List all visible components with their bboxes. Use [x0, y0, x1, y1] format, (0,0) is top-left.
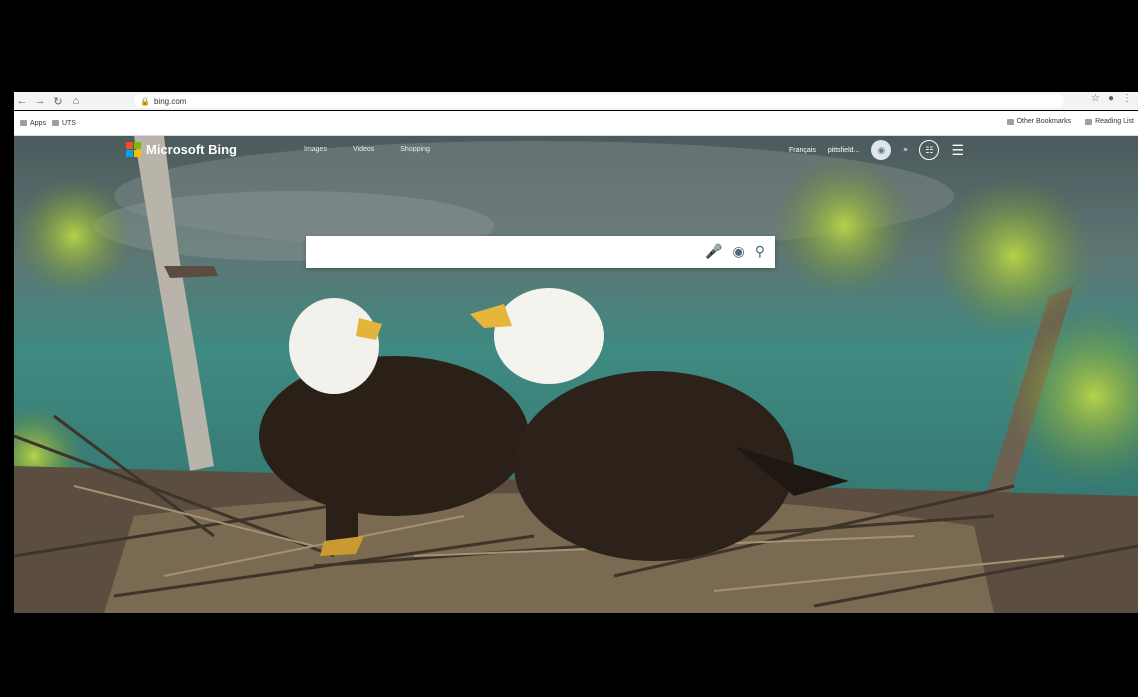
url-text: bing.com	[153, 96, 187, 106]
folder-icon	[1006, 118, 1014, 125]
bing-logo[interactable]: Microsoft Bing	[126, 142, 237, 157]
bookmark-uts[interactable]: UTS	[51, 119, 76, 127]
other-bookmarks[interactable]: Other Bookmarks	[1006, 118, 1072, 125]
language-link[interactable]: Français	[789, 147, 816, 154]
browser-toolbar: ← → ↻ ⌂ 🔒 bing.com ☆ ● ⋮	[14, 92, 1138, 110]
search-icon[interactable]: ⚲	[755, 243, 765, 260]
home-icon[interactable]: ⌂	[68, 93, 84, 109]
nav-shopping[interactable]: Shopping	[400, 146, 430, 153]
address-bar[interactable]: 🔒 bing.com	[134, 94, 1064, 108]
microsoft-logo-icon	[126, 142, 141, 157]
trophy-icon[interactable]: ☷	[919, 140, 940, 160]
brand-name: Microsoft Bing	[146, 142, 237, 157]
rewards-icon[interactable]: ◉	[871, 140, 892, 160]
folder-icon	[51, 120, 59, 126]
visual-search-icon[interactable]: ◉	[733, 243, 745, 260]
reading-list-label: Reading List	[1095, 118, 1134, 125]
bookmark-label: UTS	[61, 119, 76, 127]
reading-list-icon	[1085, 118, 1093, 125]
bing-nav: Images Videos Shopping	[304, 146, 430, 153]
bing-header: Microsoft Bing Images Videos Shopping Fr…	[14, 136, 1138, 166]
lock-icon: 🔒	[140, 96, 150, 106]
forward-icon[interactable]: →	[32, 93, 48, 109]
other-bookmarks-label: Other Bookmarks	[1016, 118, 1072, 125]
user-name[interactable]: pittsfield...	[828, 147, 860, 154]
nav-images[interactable]: Images	[304, 146, 327, 153]
reading-list[interactable]: Reading List	[1085, 118, 1134, 125]
microphone-icon[interactable]: 🎤	[705, 243, 722, 260]
reload-icon[interactable]: ↻	[50, 93, 66, 109]
apps-grid-icon	[20, 120, 27, 126]
search-actions: 🎤 ◉ ⚲	[705, 243, 765, 260]
nav-videos[interactable]: Videos	[353, 146, 374, 153]
star-icon[interactable]: ☆	[1091, 93, 1100, 104]
hamburger-menu-icon[interactable]: ☰	[951, 142, 964, 159]
video-letterbox-bottom	[0, 613, 1138, 697]
toolbar-actions: ☆ ● ⋮	[1091, 93, 1132, 104]
rewards-points-icon[interactable]: ≡	[903, 147, 907, 154]
back-icon[interactable]: ←	[14, 93, 30, 109]
search-input[interactable]	[316, 242, 680, 264]
bookmark-label: Apps	[30, 119, 46, 127]
header-actions: Français pittsfield... ◉ ≡ ☷ ☰	[789, 140, 964, 160]
bookmarks-bar: Apps UTS Other Bookmarks Reading List	[14, 111, 1138, 136]
search-box: 🎤 ◉ ⚲	[306, 236, 775, 268]
bookmark-apps[interactable]: Apps	[20, 120, 46, 127]
bing-homepage: Microsoft Bing Images Videos Shopping Fr…	[14, 136, 1138, 613]
extension-icon[interactable]: ●	[1108, 93, 1114, 104]
eagles-background-image	[14, 136, 1138, 613]
menu-kebab-icon[interactable]: ⋮	[1122, 93, 1132, 104]
video-letterbox-top	[0, 0, 1138, 92]
